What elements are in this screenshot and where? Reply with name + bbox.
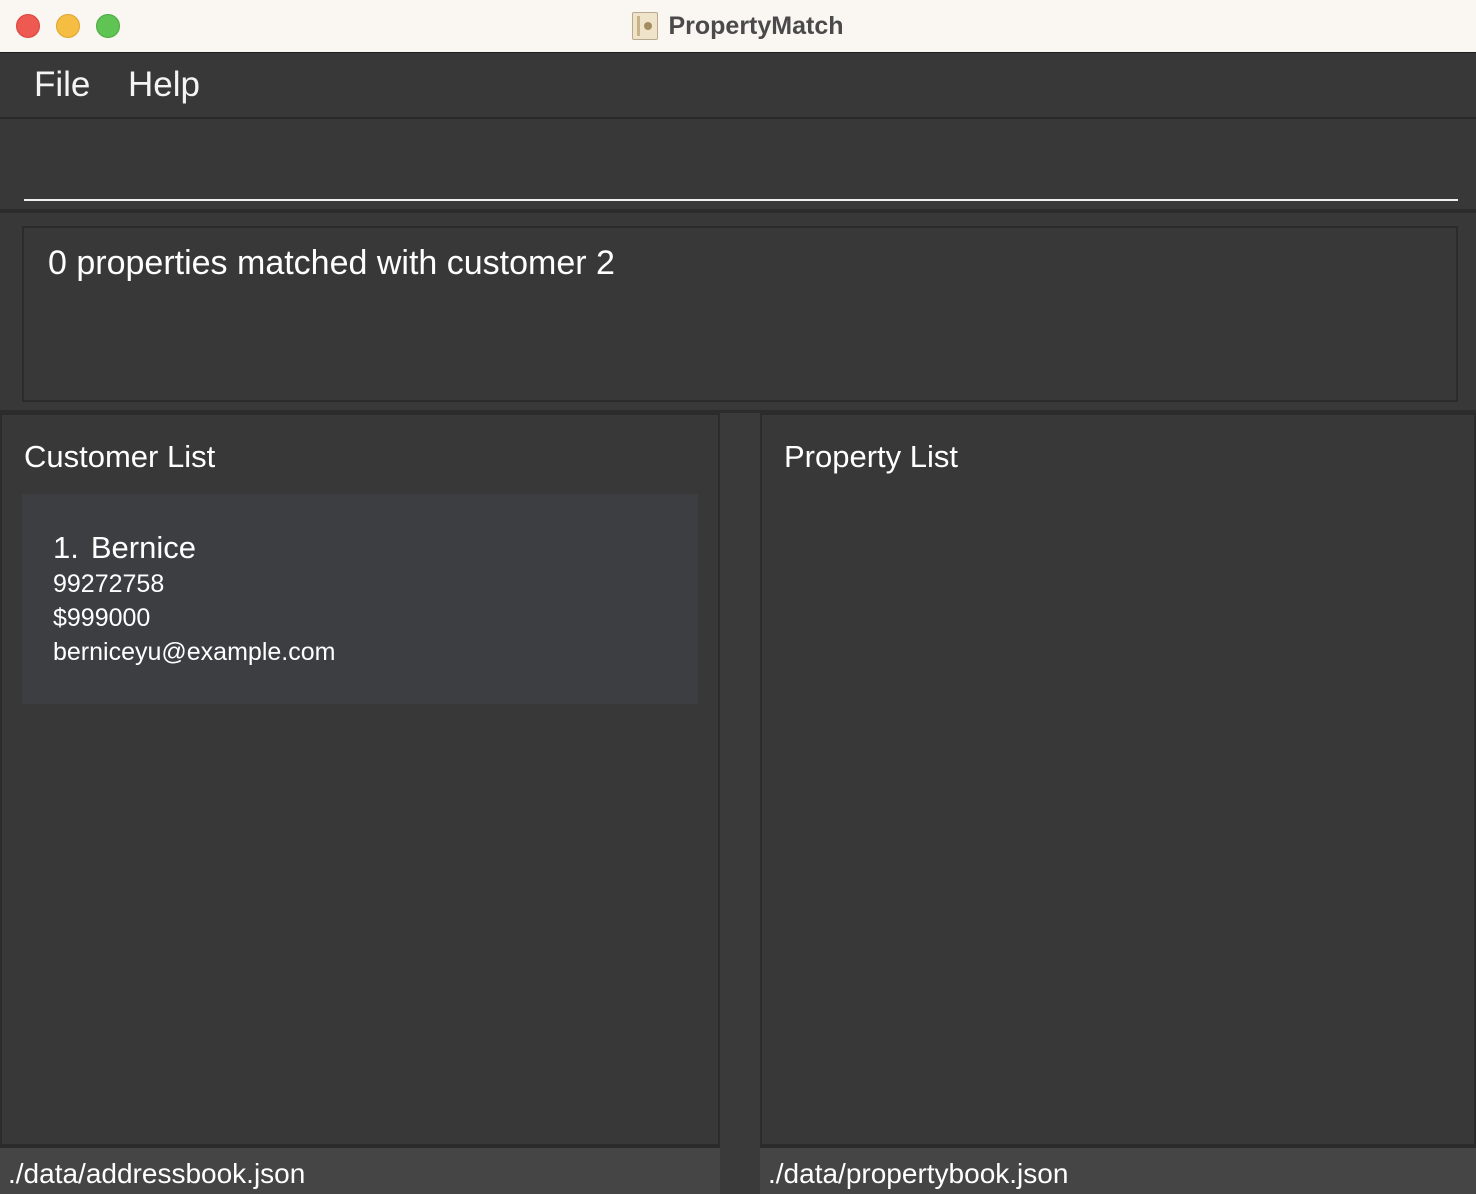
customer-index: 1. [53,530,79,565]
result-message: 0 properties matched with customer 2 [48,244,615,282]
menu-help[interactable]: Help [128,65,200,105]
result-display-area: 0 properties matched with customer 2 [0,213,1476,413]
property-file-path: ./data/propertybook.json [768,1158,1069,1189]
customer-list-panel: Customer List 1. Bernice 99272758 $999000… [0,413,720,1146]
property-list-panel: Property List [760,413,1476,1146]
customer-budget: $999000 [53,604,151,632]
customer-phone: 99272758 [53,570,165,598]
window-title-group: PropertyMatch [0,0,1476,52]
address-book-icon [632,12,659,40]
menu-file[interactable]: File [34,65,90,105]
property-list-heading: Property List [784,439,959,474]
customer-card[interactable]: 1. Bernice 99272758 $999000 berniceyu@exa… [22,494,698,704]
customer-email: berniceyu@example.com [53,638,336,666]
command-input[interactable] [24,139,1458,201]
customer-name-row: 1. Bernice [53,530,196,566]
menu-bar: File Help [0,53,1476,119]
customer-status-bar: ./data/addressbook.json [0,1146,720,1194]
property-status-bar: ./data/propertybook.json [760,1146,1476,1194]
customer-list-heading: Customer List [24,439,216,474]
command-box [0,119,1476,213]
customer-file-path: ./data/addressbook.json [8,1158,306,1189]
result-display[interactable]: 0 properties matched with customer 2 [22,226,1458,402]
app-window: PropertyMatch File Help 0 properties mat… [0,0,1476,1194]
panel-divider[interactable] [720,413,760,1194]
customer-name: Bernice [90,530,196,565]
window-title: PropertyMatch [668,11,844,40]
title-bar[interactable]: PropertyMatch [0,0,1476,53]
